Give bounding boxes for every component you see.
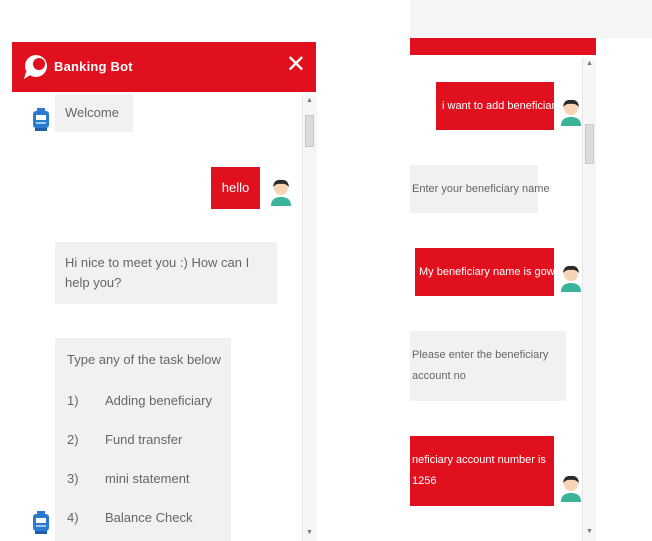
bot-message-enter-account: Please enter the beneficiary account no	[410, 331, 566, 401]
user-avatar-icon	[561, 265, 581, 292]
user-avatar-icon	[561, 99, 581, 126]
scrollbar-thumb[interactable]	[305, 115, 314, 147]
chat-title: Banking Bot	[54, 59, 133, 74]
bot-message-welcome: Welcome	[55, 94, 133, 132]
chat-header-strip	[410, 38, 596, 55]
list-item: 4) Balance Check	[67, 510, 193, 525]
task-list: 1) Adding beneficiary 2) Fund transfer 3) m…	[67, 391, 221, 541]
chat-bubble-icon	[24, 55, 47, 79]
scroll-down-arrow-icon[interactable]: ▼	[306, 529, 313, 536]
bot-message-enter-name: Enter your beneficiary name	[410, 165, 550, 213]
list-item: 1) Adding beneficiary	[67, 393, 212, 408]
user-message-account-reply: neficiary account number is 1256	[410, 436, 554, 506]
user-avatar-icon	[561, 475, 581, 502]
user-message-hello: hello	[211, 167, 260, 209]
scrollbar-thumb[interactable]	[585, 124, 594, 164]
scrollbar-right[interactable]: ▲ ▼	[582, 58, 596, 541]
bot-message-task-menu: Type any of the task below 1) Adding bene…	[55, 338, 231, 541]
chat-window-right: i want to add beneficiary Enter your ben…	[410, 0, 652, 541]
chat-header: Banking Bot ✕	[12, 42, 316, 92]
list-item: 3) mini statement	[67, 471, 190, 486]
scrollbar-left[interactable]: ▲ ▼	[302, 95, 317, 541]
user-message-add-beneficiary: i want to add beneficiary	[436, 82, 561, 130]
robot-icon	[33, 511, 49, 534]
top-bar	[410, 0, 652, 38]
robot-icon	[33, 108, 49, 131]
scroll-down-arrow-icon[interactable]: ▼	[586, 528, 593, 535]
user-avatar-icon	[271, 179, 291, 206]
close-icon[interactable]: ✕	[286, 53, 306, 77]
scroll-up-arrow-icon[interactable]: ▲	[586, 60, 593, 67]
task-intro-text: Type any of the task below	[67, 352, 221, 367]
user-message-name-reply: My beneficiary name is gowri	[415, 248, 561, 296]
list-item: 2) Fund transfer	[67, 432, 183, 447]
scroll-up-arrow-icon[interactable]: ▲	[306, 97, 313, 104]
chat-window-left: Banking Bot ✕ Welcome hello Hi nice to m…	[12, 42, 316, 541]
bot-message-greeting: Hi nice to meet you :) How can I help yo…	[55, 242, 277, 304]
